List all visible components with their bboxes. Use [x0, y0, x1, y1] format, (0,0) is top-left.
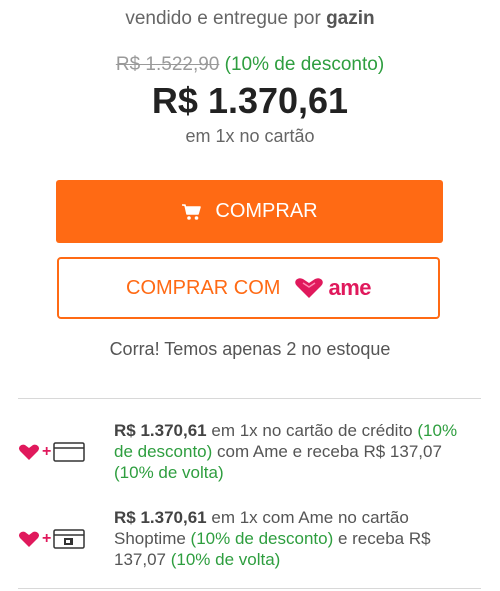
buy-button[interactable]: COMPRAR — [56, 180, 443, 243]
current-price: R$ 1.370,61 — [151, 80, 349, 121]
offer-cashback: (10% de volta) — [114, 463, 224, 482]
seller-info: vendido e entregue por gazin — [0, 8, 500, 30]
buy-with-ame-label: COMPRAR COM — [126, 276, 281, 299]
plus-icon: + — [42, 530, 52, 547]
ame-heart-icon — [19, 444, 39, 460]
offer-icons: + — [18, 442, 86, 462]
cart-icon — [181, 203, 203, 221]
discount-label: (10% de desconto) — [224, 54, 385, 75]
offer-price: R$ 1.370,61 — [114, 421, 207, 440]
offer-ame-credit-card: + R$ 1.370,61 em 1x no cartão de crédito… — [18, 420, 481, 488]
buy-button-label: COMPRAR — [215, 200, 318, 222]
installments-info: em 1x no cartão — [185, 126, 315, 146]
plus-icon: + — [42, 443, 52, 460]
credit-card-icon — [53, 442, 86, 462]
offer-text: R$ 1.370,61 em 1x no cartão de crédito (… — [114, 420, 459, 483]
divider — [18, 588, 481, 589]
offer-icons: + — [18, 529, 86, 549]
offer-ame-shoptime-card: + R$ 1.370,61 em 1x com Ame no cartão Sh… — [18, 507, 481, 575]
shoptime-card-icon — [53, 529, 86, 549]
seller-prefix: vendido e entregue por — [125, 8, 327, 29]
buy-with-ame-button[interactable]: COMPRAR COM ame — [57, 257, 440, 319]
offer-desc: em 1x no cartão de crédito — [206, 421, 418, 440]
offer-desc-2: com Ame e receba R$ 137,07 — [212, 442, 442, 461]
divider — [18, 398, 481, 399]
ame-brand-text: ame — [328, 275, 371, 300]
old-price-line: R$ 1.522,90 (10% de desconto) — [0, 54, 500, 76]
ame-logo: ame — [294, 275, 371, 301]
seller-name[interactable]: gazin — [326, 8, 375, 29]
ame-heart-icon — [19, 531, 39, 547]
offer-cashback: (10% de volta) — [170, 550, 281, 569]
offer-text: R$ 1.370,61 em 1x com Ame no cartão Shop… — [114, 507, 459, 570]
offer-price: R$ 1.370,61 — [114, 508, 207, 527]
old-price: R$ 1.522,90 — [115, 54, 220, 75]
offer-discount: (10% de desconto) — [190, 529, 334, 548]
ame-heart-icon — [295, 278, 324, 298]
stock-message: Corra! Temos apenas 2 no estoque — [109, 339, 391, 359]
